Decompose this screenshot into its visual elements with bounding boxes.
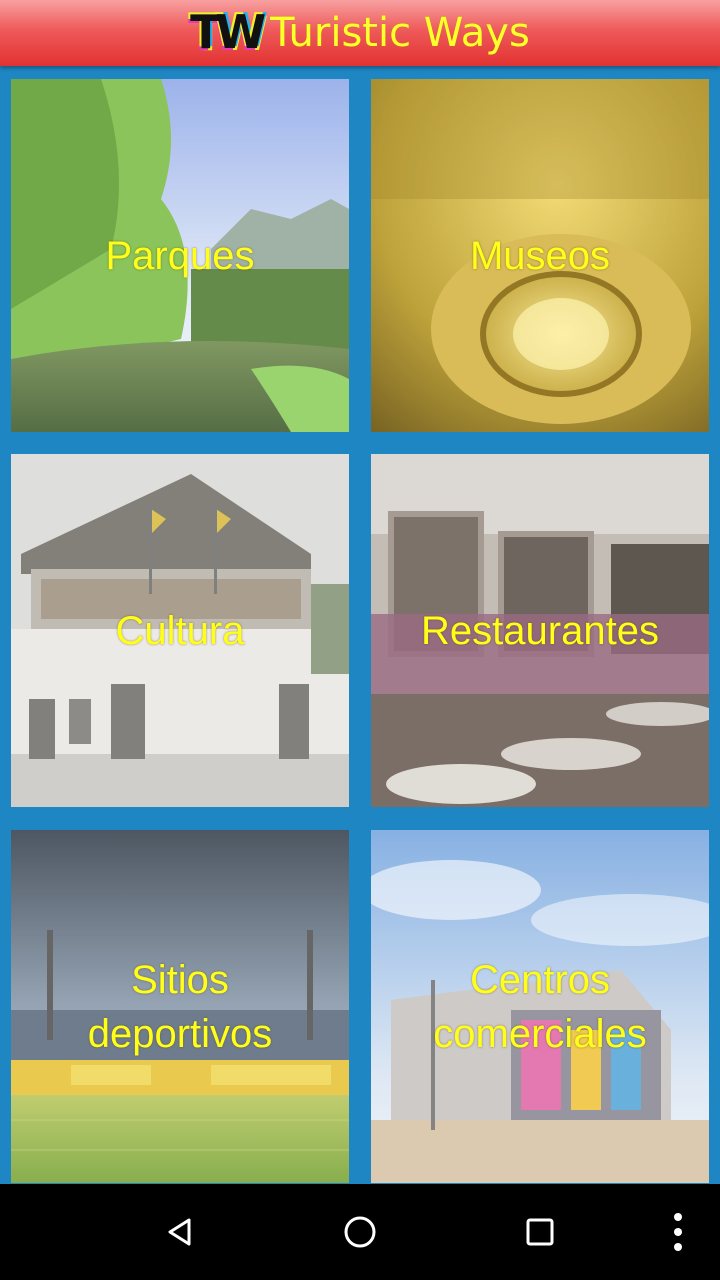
- category-label: Museos: [469, 233, 611, 278]
- app-title: Turistic Ways: [270, 10, 530, 56]
- category-tile-museos[interactable]: Museos: [371, 79, 709, 432]
- category-label: Centros comerciales: [433, 957, 647, 1056]
- app-logo: TW: [190, 5, 266, 59]
- category-tile-parques[interactable]: Parques: [11, 79, 349, 432]
- category-tile-restaurantes[interactable]: Restaurantes: [371, 454, 709, 807]
- overflow-menu-icon[interactable]: [648, 1202, 708, 1262]
- app-bar: TW Turistic Ways: [0, 0, 720, 66]
- recents-icon[interactable]: [510, 1202, 570, 1262]
- category-label: Restaurantes: [421, 608, 659, 653]
- system-nav-bar: [0, 1184, 720, 1280]
- back-icon[interactable]: [150, 1202, 210, 1262]
- category-tile-cultura[interactable]: Cultura: [11, 454, 349, 807]
- home-icon[interactable]: [330, 1202, 390, 1262]
- category-label: Parques: [105, 233, 255, 278]
- category-tile-sitios-deportivos[interactable]: Sitios deportivos: [11, 830, 349, 1183]
- category-grid: Parques Museos Cultura Restaurantes Siti…: [0, 66, 720, 1184]
- category-label: Cultura: [115, 608, 245, 653]
- category-tile-centros-comerciales[interactable]: Centros comerciales: [371, 830, 709, 1183]
- category-label: Sitios deportivos: [87, 957, 273, 1056]
